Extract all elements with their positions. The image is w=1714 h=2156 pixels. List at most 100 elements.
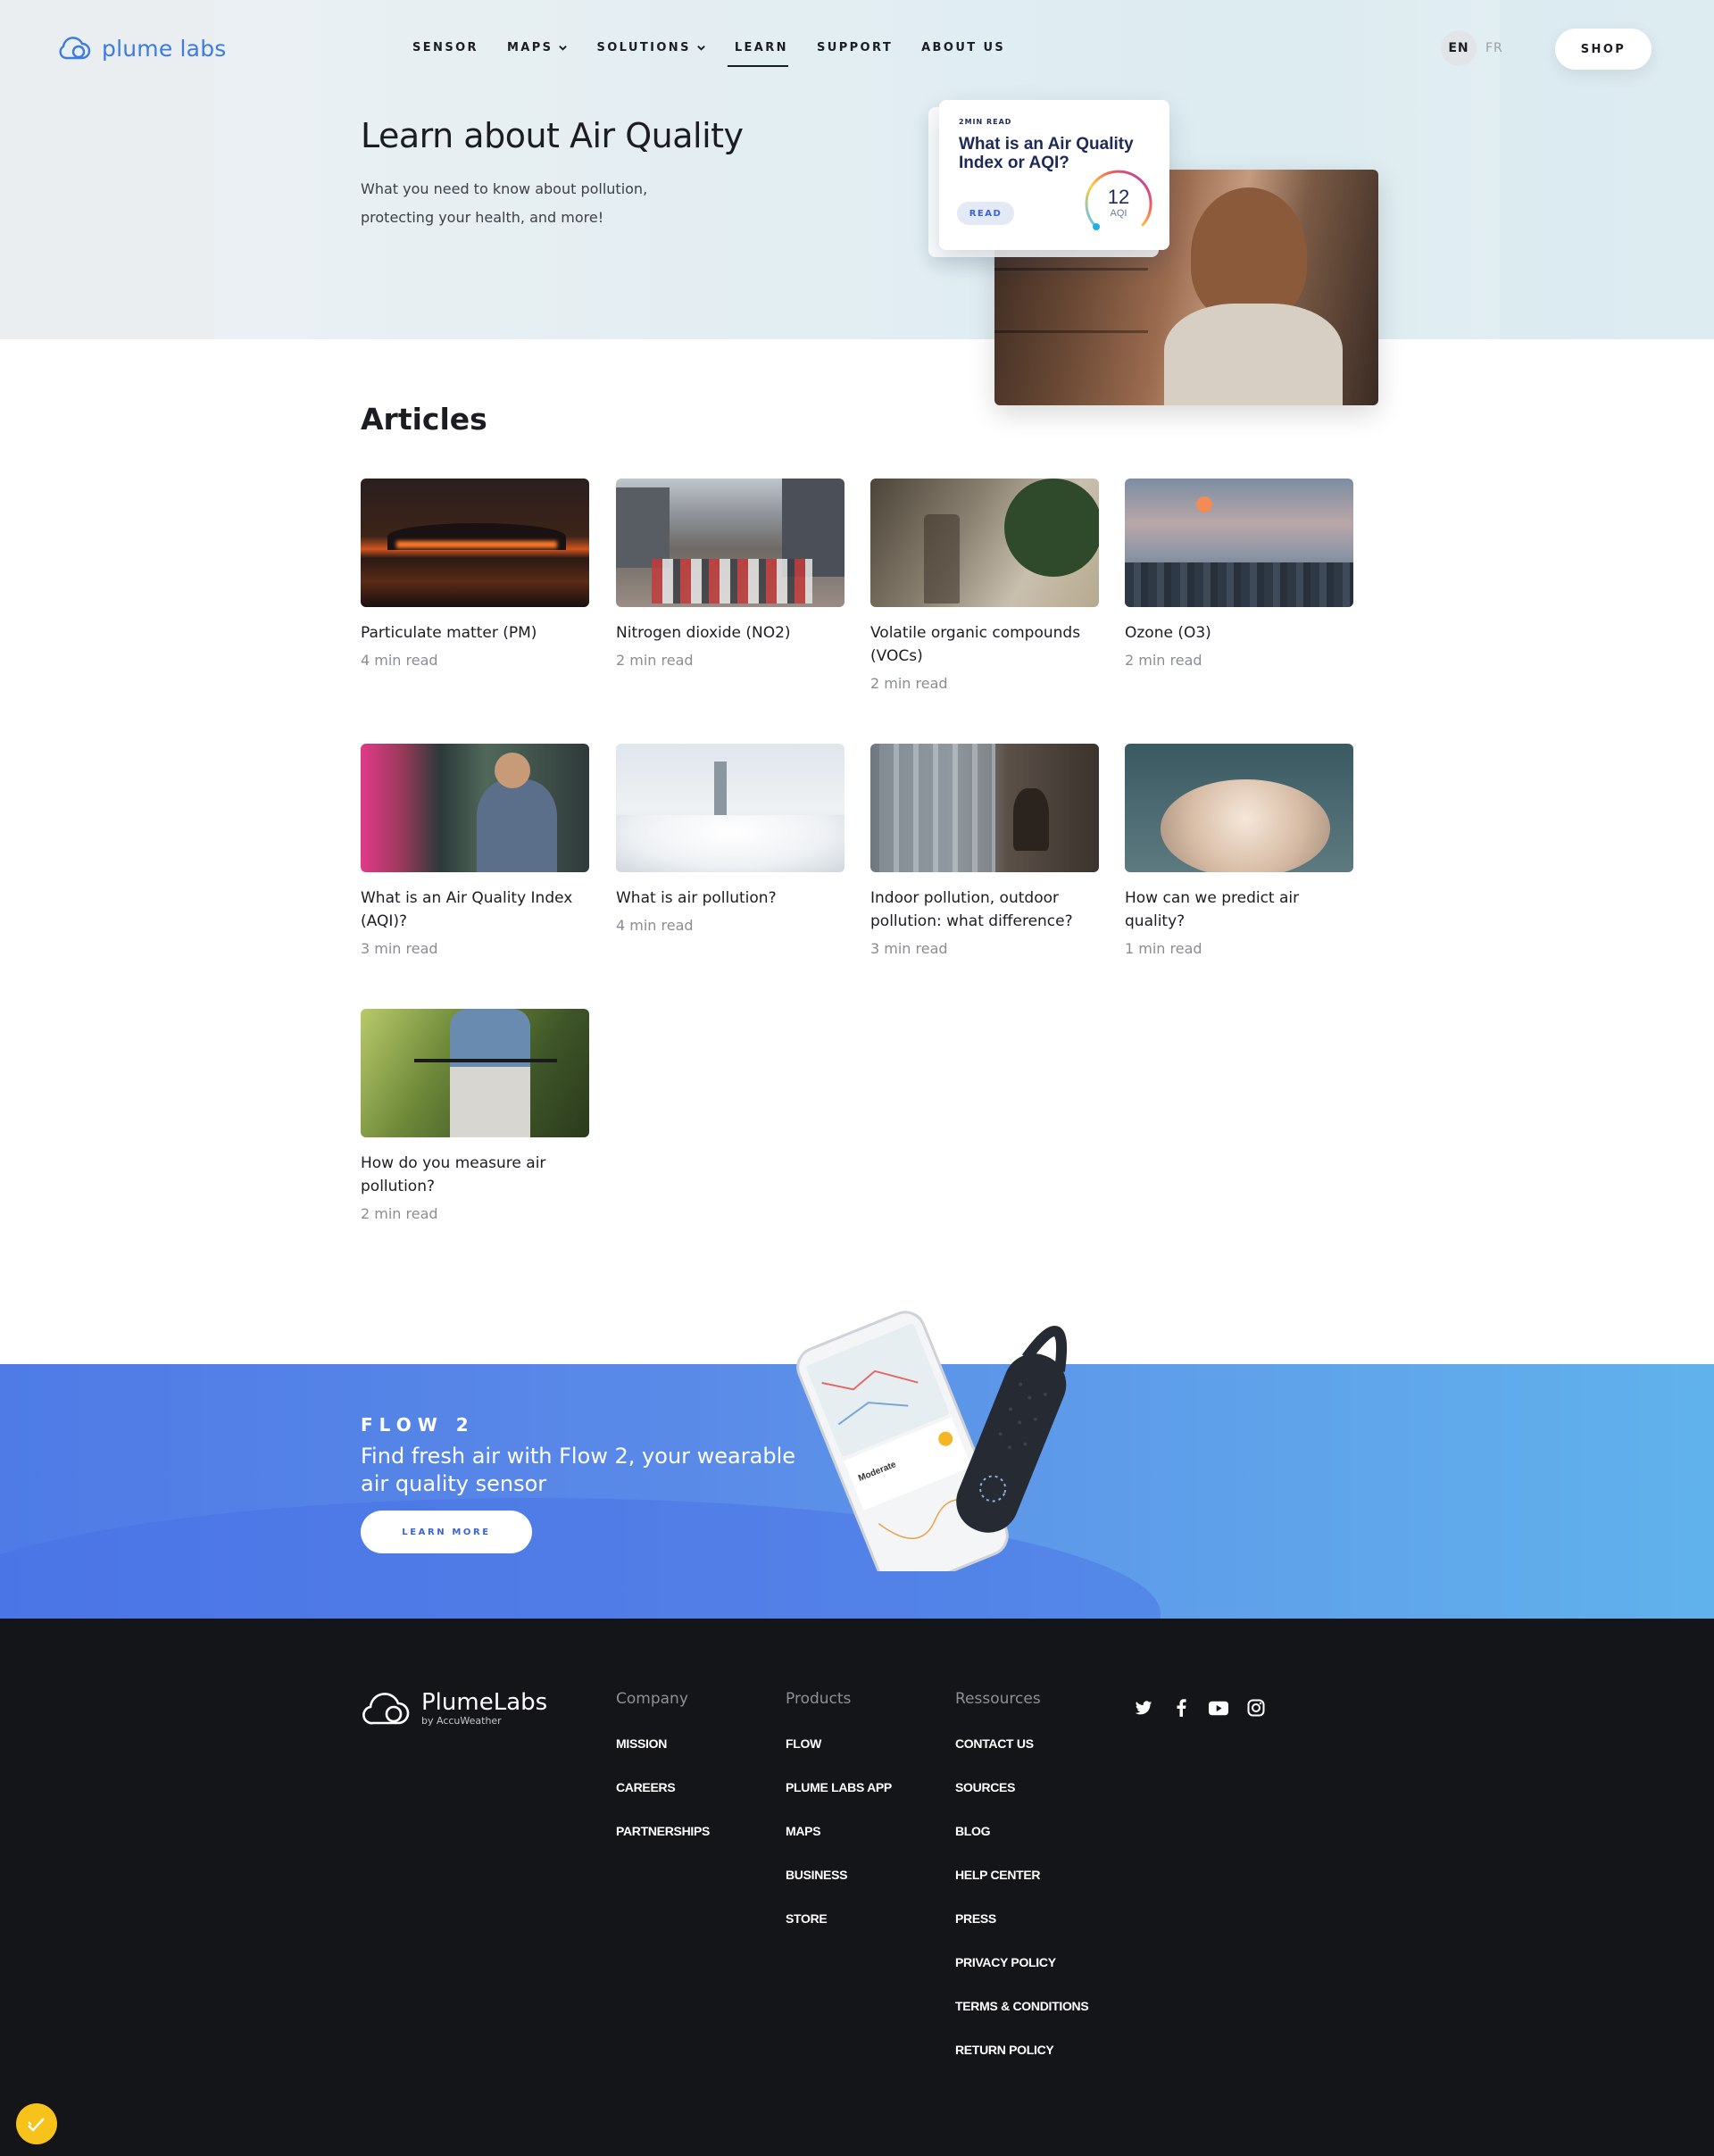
twitter-icon[interactable] [1134,1698,1153,1718]
youtube-icon[interactable] [1209,1698,1228,1718]
nav-label: SOLUTIONS [596,41,691,54]
articles-heading: Articles [361,402,487,437]
page-title: Learn about Air Quality [361,116,744,155]
article-read-time: 2 min read [1125,652,1202,669]
footer-logo-name: PlumeLabs [421,1688,548,1716]
article-image-commuter [361,744,589,872]
article-read-time: 4 min read [616,917,694,934]
footer-column-heading: Ressources [955,1690,1041,1708]
article-image-spray-plant [870,479,1099,607]
featured-article-card[interactable]: 2MIN READ What is an Air Quality Index o… [939,100,1169,250]
article-card[interactable]: Ozone (O3) 2 min read [1125,479,1353,669]
site-logo[interactable]: plume labs [55,34,227,62]
instagram-icon[interactable] [1246,1698,1266,1718]
aqi-value: 12 [1108,186,1129,208]
article-image-traffic [616,479,845,607]
article-title: What is air pollution? [616,889,777,907]
person-top [1164,304,1343,405]
head-shape [495,753,530,788]
article-card[interactable]: What is an Air Quality Index (AQI)? 3 mi… [361,744,589,957]
learn-more-button[interactable]: LEARN MORE [361,1511,532,1553]
person-hair [1191,187,1307,321]
article-card[interactable]: Volatile organic compounds (VOCs) 2 min … [870,479,1099,692]
nav-support[interactable]: SUPPORT [817,41,893,67]
footer-link-maps[interactable]: MAPS [786,1824,892,1868]
lang-en[interactable]: EN [1441,30,1477,66]
shelf-decoration [994,268,1148,271]
nav-learn[interactable]: LEARN [727,41,789,67]
footer-link-press[interactable]: PRESS [955,1911,1088,1955]
footer-link-privacy-policy[interactable]: PRIVACY POLICY [955,1955,1088,1999]
lang-fr[interactable]: FR [1485,41,1503,55]
main-nav: SENSOR MAPS SOLUTIONS LEARN SUPPORT ABOU… [412,41,1034,67]
article-title: Nitrogen dioxide (NO2) [616,624,791,642]
flow-kicker: FLOW 2 [361,1414,475,1436]
footer-link-plume-labs-app[interactable]: PLUME LABS APP [786,1780,892,1824]
footer-link-return-policy[interactable]: RETURN POLICY [955,2043,1088,2086]
article-card[interactable]: What is air pollution? 4 min read [616,744,845,934]
facebook-icon[interactable] [1171,1698,1191,1718]
nav-label: MAPS [506,41,553,54]
article-image-clouds [1125,744,1353,872]
article-read-time: 3 min read [870,940,948,957]
footer-link-flow[interactable]: FLOW [786,1736,892,1780]
logo-text: plume labs [102,35,227,62]
footer-link-partnerships[interactable]: PARTNERSHIPS [616,1824,710,1868]
footer-link-help-center[interactable]: HELP CENTER [955,1868,1088,1911]
article-title: Ozone (O3) [1125,624,1211,642]
shelf-decoration [994,330,1148,333]
article-read-time: 3 min read [361,940,438,957]
nav-maps[interactable]: MAPS [507,41,569,67]
footer-logo[interactable]: PlumeLabs by AccuWeather [361,1687,547,1728]
fog-shape [616,815,845,872]
article-card[interactable]: How do you measure air pollution? 2 min … [361,1009,589,1222]
article-title: What is an Air Quality Index (AQI)? [361,889,573,930]
person-shape [477,779,557,872]
footer-link-store[interactable]: STORE [786,1911,892,1955]
footer-link-business[interactable]: BUSINESS [786,1868,892,1911]
article-read-time: 4 min read [361,652,438,669]
article-card[interactable]: How can we predict air quality? 1 min re… [1125,744,1353,957]
nav-sensor[interactable]: SENSOR [412,41,478,67]
footer-link-mission[interactable]: MISSION [616,1736,710,1780]
aqi-gauge-ring-icon: 12 AQI [1085,170,1152,230]
cloud-logo-icon [59,37,91,60]
footer-link-blog[interactable]: BLOG [955,1824,1088,1868]
article-card[interactable]: Particulate matter (PM) 4 min read [361,479,589,669]
footer-link-careers[interactable]: CAREERS [616,1780,710,1824]
nav-label: SENSOR [412,41,478,54]
article-title: How can we predict air quality? [1125,889,1300,930]
check-marks-icon [28,2118,45,2132]
footer-link-contact-us[interactable]: CONTACT US [955,1736,1088,1780]
article-title: Volatile organic compounds (VOCs) [870,624,1081,665]
nav-label: ABOUT US [921,41,1006,54]
skyline-shape [1125,562,1353,607]
phone-and-sensor-illustration: Moderate [796,1311,1068,1593]
article-image-fog-city [616,744,845,872]
article-card[interactable]: Indoor pollution, outdoor pollution: wha… [870,744,1099,957]
article-image-cyclist [361,1009,589,1137]
spray-bottle [924,514,960,604]
article-title: Indoor pollution, outdoor pollution: wha… [870,889,1073,930]
article-read-time: 2 min read [870,675,948,692]
fire-line [396,541,557,548]
nav-solutions[interactable]: SOLUTIONS [596,41,705,67]
sun-shape [1196,496,1212,512]
plant-leaves [1004,479,1099,577]
article-image-hazy-city [1125,479,1353,607]
footer-column-ressources: Ressources CONTACT US SOURCES BLOG HELP … [955,1690,1089,2086]
city-shape [879,744,995,872]
rider-shape [450,1009,530,1137]
read-button[interactable]: READ [957,202,1014,225]
footer-column-heading: Company [616,1690,688,1708]
article-card[interactable]: Nitrogen dioxide (NO2) 2 min read [616,479,845,669]
shop-button[interactable]: SHOP [1555,29,1652,70]
footer-link-sources[interactable]: SOURCES [955,1780,1088,1824]
hero-subtitle: What you need to know about pollution, p… [361,180,648,226]
nav-about-us[interactable]: ABOUT US [921,41,1005,67]
article-read-time: 1 min read [1125,940,1202,957]
footer-link-terms-conditions[interactable]: TERMS & CONDITIONS [955,1999,1089,2043]
footer-column-products: Products FLOW PLUME LABS APP MAPS BUSINE… [786,1690,892,1955]
cookie-consent-button[interactable] [16,2103,57,2144]
flow-product-visual: Moderate [795,1286,1116,1593]
